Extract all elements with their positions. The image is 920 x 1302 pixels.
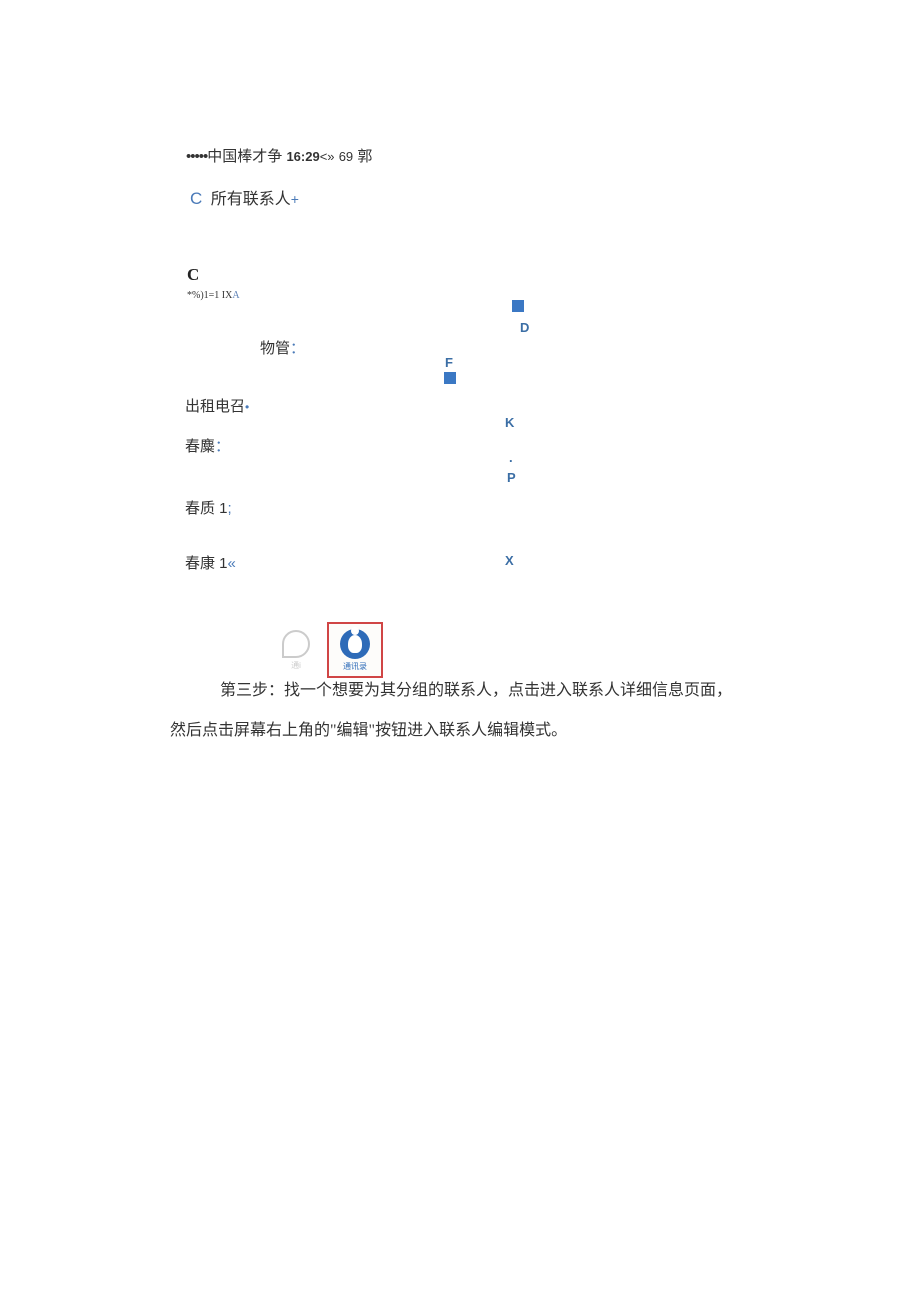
section-subscript-a: A xyxy=(232,290,239,301)
clock-icon xyxy=(282,630,310,658)
contact-suffix: « xyxy=(228,555,236,572)
contact-suffix: ： xyxy=(215,438,230,455)
contact-suffix: ; xyxy=(228,500,232,517)
contacts-label: 通讯录 xyxy=(343,661,367,672)
status-name: 郭 xyxy=(357,148,372,165)
index-letter-f[interactable]: F xyxy=(445,355,453,370)
step-instruction-text: 第三步：找一个想要为其分组的联系人，点击进入联系人详细信息页面，然后点击屏幕右上… xyxy=(170,671,740,751)
contact-item-1[interactable]: 物管： xyxy=(260,337,305,358)
contact-item-4[interactable]: 春质 1; xyxy=(185,497,232,518)
header-row: C 所有联系人+ xyxy=(190,185,299,209)
contact-item-5[interactable]: 春康 1« xyxy=(185,552,236,573)
battery-level: 69 xyxy=(339,149,353,164)
index-marker-icon xyxy=(444,372,456,384)
contact-name: 春麋 xyxy=(185,438,215,455)
recents-label: 通i xyxy=(291,660,301,671)
back-button[interactable]: C xyxy=(190,189,202,208)
index-letter-x[interactable]: X xyxy=(505,553,514,568)
index-dot[interactable]: . xyxy=(509,450,513,465)
status-bar: •••••中国棒才争 16:29<» 69 郭 xyxy=(186,145,372,166)
step-text-content: 第三步：找一个想要为其分组的联系人，点击进入联系人详细信息页面，然后点击屏幕右上… xyxy=(170,682,732,739)
index-marker-icon xyxy=(512,300,524,312)
contact-item-2[interactable]: 出租电召• xyxy=(185,395,249,416)
status-time: 16:29 xyxy=(286,149,319,164)
index-letter-p[interactable]: P xyxy=(507,470,516,485)
contact-name: 春康 1 xyxy=(185,555,228,572)
status-arrows: <» xyxy=(320,149,335,164)
contact-item-3[interactable]: 春麋： xyxy=(185,435,230,456)
contact-suffix: ： xyxy=(290,340,305,357)
signal-dots: ••••• xyxy=(186,148,207,165)
recents-tab[interactable]: 通i xyxy=(275,624,317,676)
index-letter-d[interactable]: D xyxy=(520,320,529,335)
index-letter-k[interactable]: K xyxy=(505,415,514,430)
section-letter: C xyxy=(187,265,240,285)
contact-name: 出租电召 xyxy=(185,398,245,415)
add-button[interactable]: + xyxy=(291,191,299,207)
contact-name: 物管 xyxy=(260,340,290,357)
carrier-name: 中国棒才争 xyxy=(207,148,282,165)
page-title: 所有联系人 xyxy=(211,191,291,208)
section-subscript: *%)1=1 IX xyxy=(187,290,232,301)
contacts-tab[interactable]: 通讯录 xyxy=(327,622,383,678)
contact-name: 春质 1 xyxy=(185,500,228,517)
contact-suffix: • xyxy=(245,400,249,414)
bottom-icon-row: 通i 通讯录 xyxy=(275,622,383,678)
person-icon xyxy=(340,629,370,659)
section-header: C *%)1=1 IXA xyxy=(187,265,240,303)
